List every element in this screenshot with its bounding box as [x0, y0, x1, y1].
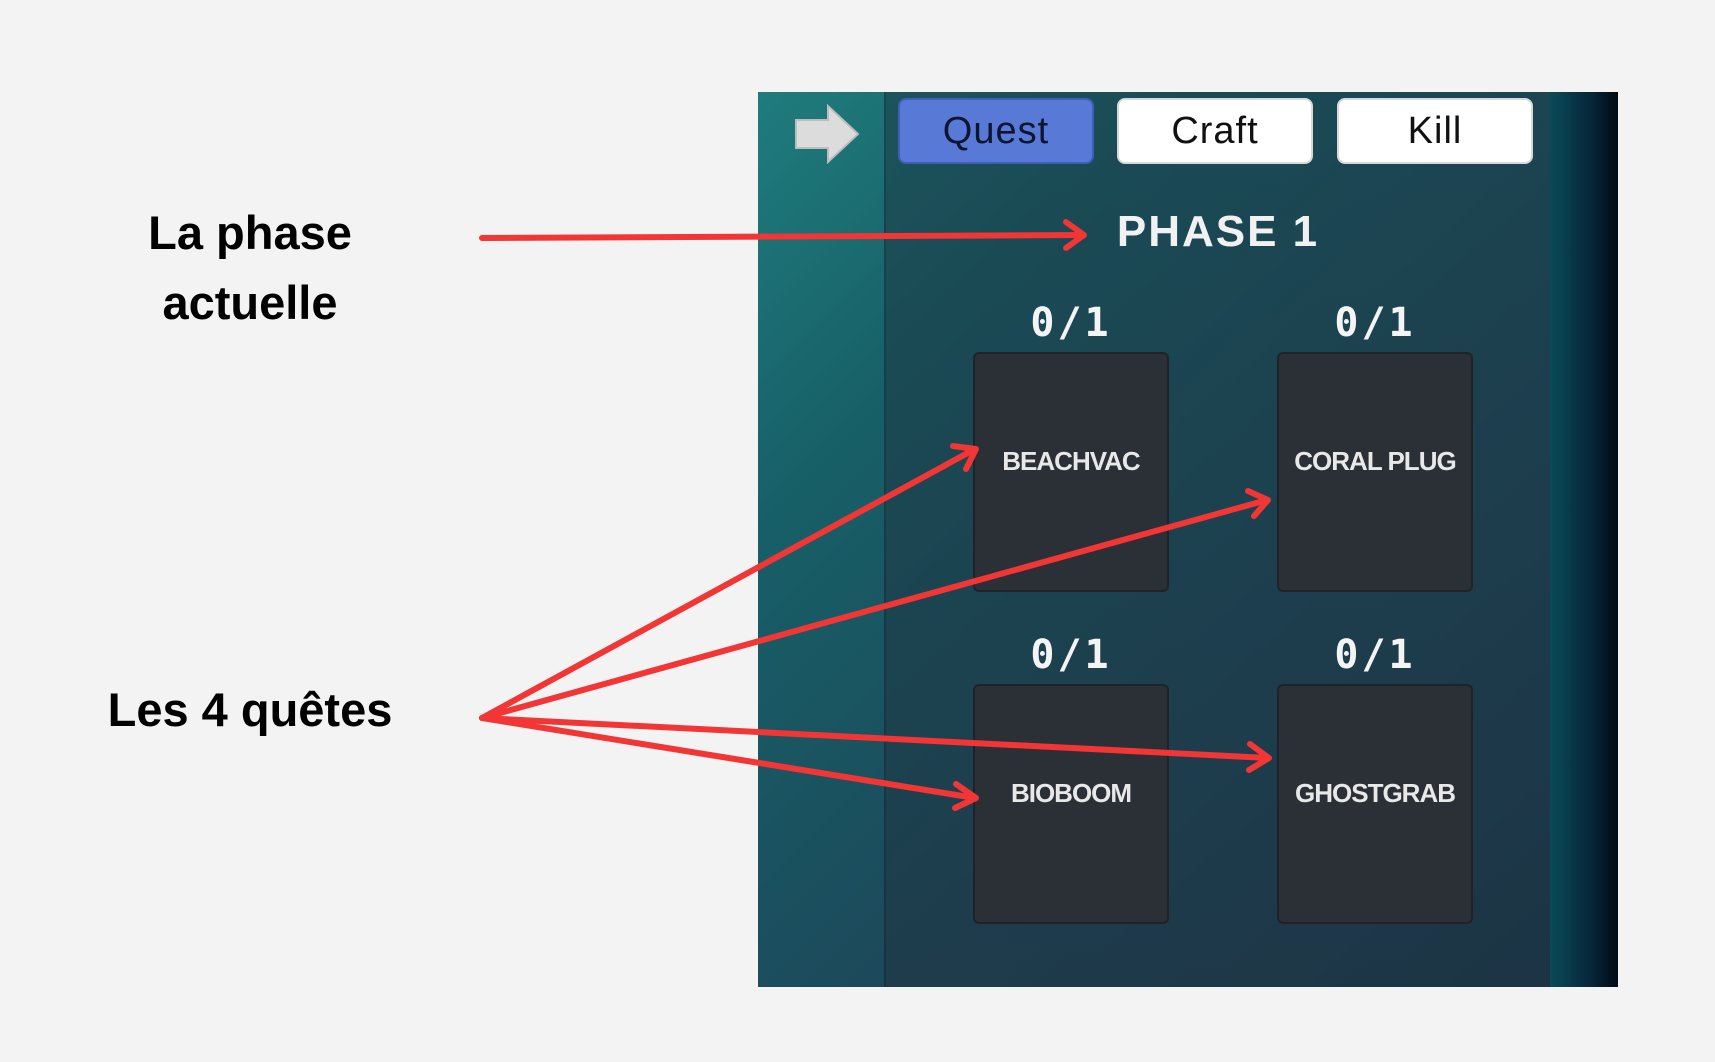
phase-arrow-line	[479, 232, 1085, 241]
beachvac-arrow-line	[479, 446, 978, 721]
annotation-arrows	[479, 219, 1272, 811]
coral-plug-arrow-line	[479, 497, 1270, 721]
